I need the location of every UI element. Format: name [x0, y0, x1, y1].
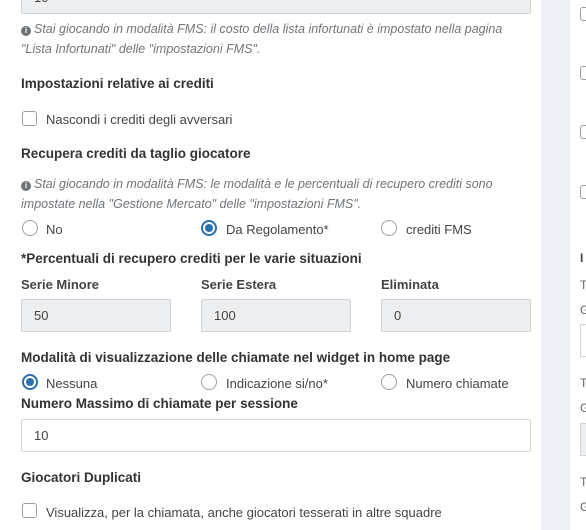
percentages-title: *Percentuali di recupero crediti per le … — [21, 251, 362, 266]
radio-recover-fms[interactable] — [381, 220, 397, 236]
radio-recover-regolamento[interactable] — [201, 220, 217, 236]
right-letter-2: T — [580, 278, 586, 292]
right-checkbox-3[interactable] — [580, 125, 586, 139]
max-calls-value: 10 — [34, 428, 49, 443]
serie-estera-input: 100 — [201, 299, 351, 332]
radio-recover-fms-label[interactable]: crediti FMS — [406, 222, 472, 237]
credits-section-title: Impostazioni relative ai crediti — [21, 76, 214, 91]
right-letter-6: T — [580, 475, 586, 489]
right-panel: I T G T G T G — [570, 0, 586, 530]
recover-credits-title: Recupera crediti da taglio giocatore — [21, 146, 251, 161]
right-checkbox-4[interactable] — [580, 185, 586, 199]
top-disabled-input: 10 — [21, 0, 531, 14]
fms-notice-recover-text: Stai giocando in modalità FMS: le modali… — [21, 177, 493, 211]
radio-calls-numero[interactable] — [381, 374, 397, 390]
duplicate-players-label[interactable]: Visualizza, per la chiamata, anche gioca… — [46, 505, 442, 520]
radio-calls-indicazione-label[interactable]: Indicazione si/no* — [226, 376, 328, 391]
fms-notice-injuries-text: Stai giocando in modalità FMS: il costo … — [21, 22, 503, 56]
radio-recover-no-label[interactable]: No — [46, 222, 63, 237]
fms-notice-injuries: i Stai giocando in modalità FMS: il costo… — [21, 19, 531, 59]
right-checkbox-2[interactable] — [580, 66, 586, 80]
right-input-2 — [580, 423, 586, 456]
max-calls-title: Numero Massimo di chiamate per sessione — [21, 396, 298, 411]
eliminata-label: Eliminata — [381, 277, 439, 292]
serie-minore-input: 50 — [21, 299, 171, 332]
info-circle-icon: i — [21, 181, 31, 191]
radio-calls-indicazione[interactable] — [201, 374, 217, 390]
serie-minore-label: Serie Minore — [21, 277, 100, 292]
right-checkbox-1[interactable] — [580, 7, 586, 21]
radio-recover-no[interactable] — [22, 220, 38, 236]
right-input-1[interactable] — [580, 324, 586, 357]
fms-notice-recover: i Stai giocando in modalità FMS: le modal… — [21, 174, 531, 214]
radio-calls-nessuna-label[interactable]: Nessuna — [46, 376, 97, 391]
radio-calls-nessuna[interactable] — [22, 374, 38, 390]
radio-recover-regolamento-label[interactable]: Da Regolamento* — [226, 222, 329, 237]
top-input-value: 10 — [34, 0, 48, 5]
serie-minore-value: 50 — [34, 308, 49, 323]
right-letter-7: G — [580, 500, 586, 514]
duplicate-players-checkbox[interactable] — [22, 503, 37, 518]
radio-calls-numero-label[interactable]: Numero chiamate — [406, 376, 509, 391]
eliminata-input: 0 — [381, 299, 531, 332]
serie-estera-value: 100 — [214, 308, 236, 323]
max-calls-input[interactable]: 10 — [21, 419, 531, 452]
eliminata-value: 0 — [394, 308, 402, 323]
right-letter-1: I — [580, 251, 584, 265]
info-circle-icon: i — [21, 26, 31, 36]
duplicate-players-title: Giocatori Duplicati — [21, 470, 142, 485]
calls-widget-title: Modalità di visualizzazione delle chiama… — [21, 350, 451, 365]
right-letter-4: T — [580, 376, 586, 390]
serie-estera-label: Serie Estera — [201, 277, 277, 292]
right-letter-5: G — [580, 401, 586, 415]
hide-opponents-credits-label[interactable]: Nascondi i crediti degli avversari — [46, 112, 232, 127]
hide-opponents-credits-checkbox[interactable] — [22, 111, 37, 126]
settings-card: 10 iStai giocando in modalità FMS: il co… — [0, 0, 541, 530]
right-letter-3: G — [580, 303, 586, 317]
